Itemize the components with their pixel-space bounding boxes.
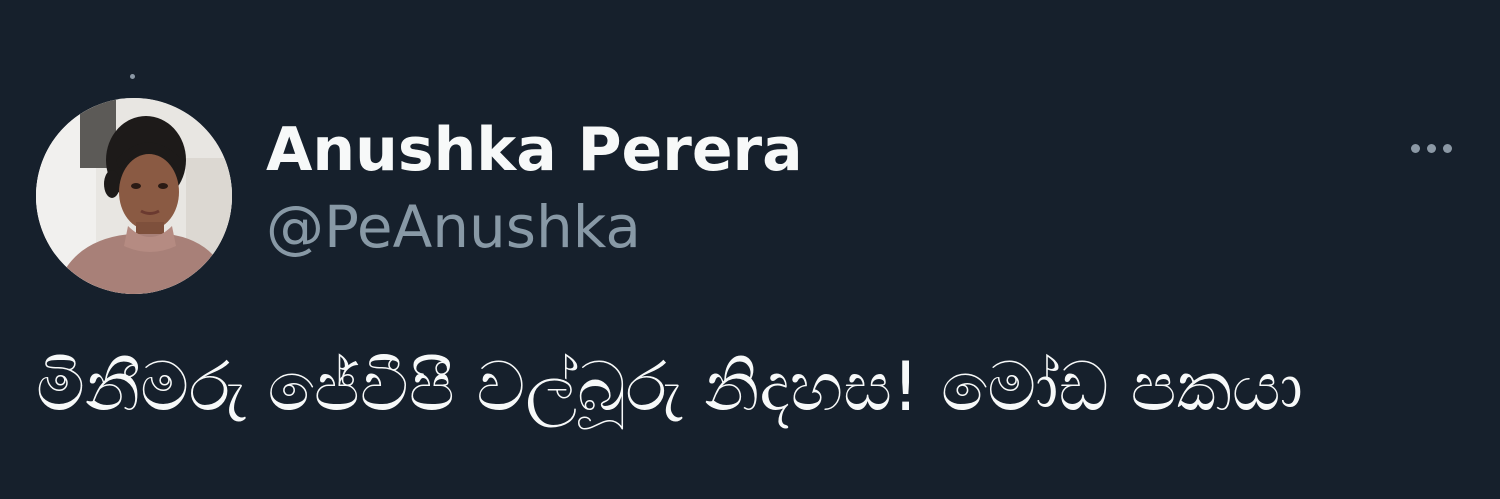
more-horizontal-icon-dot <box>1426 143 1436 153</box>
author-block: Anushka Perera @PeAnushka <box>266 112 803 264</box>
user-handle[interactable]: @PeAnushka <box>266 190 803 264</box>
display-name[interactable]: Anushka Perera <box>266 112 803 188</box>
tweet-text: මිනීමරු ජේවීපී වල්බූරු නිදහස! මෝඩ පකයා <box>36 348 1303 427</box>
avatar[interactable] <box>36 98 232 294</box>
more-horizontal-icon <box>1410 143 1420 153</box>
more-horizontal-icon-dot <box>1442 143 1452 153</box>
tweet-card: Anushka Perera @PeAnushka මිනීමරු ජේවීපී… <box>0 0 1500 499</box>
separator-dot <box>130 74 135 79</box>
more-options-button[interactable] <box>1394 128 1468 168</box>
avatar-photo-icon <box>36 98 232 294</box>
